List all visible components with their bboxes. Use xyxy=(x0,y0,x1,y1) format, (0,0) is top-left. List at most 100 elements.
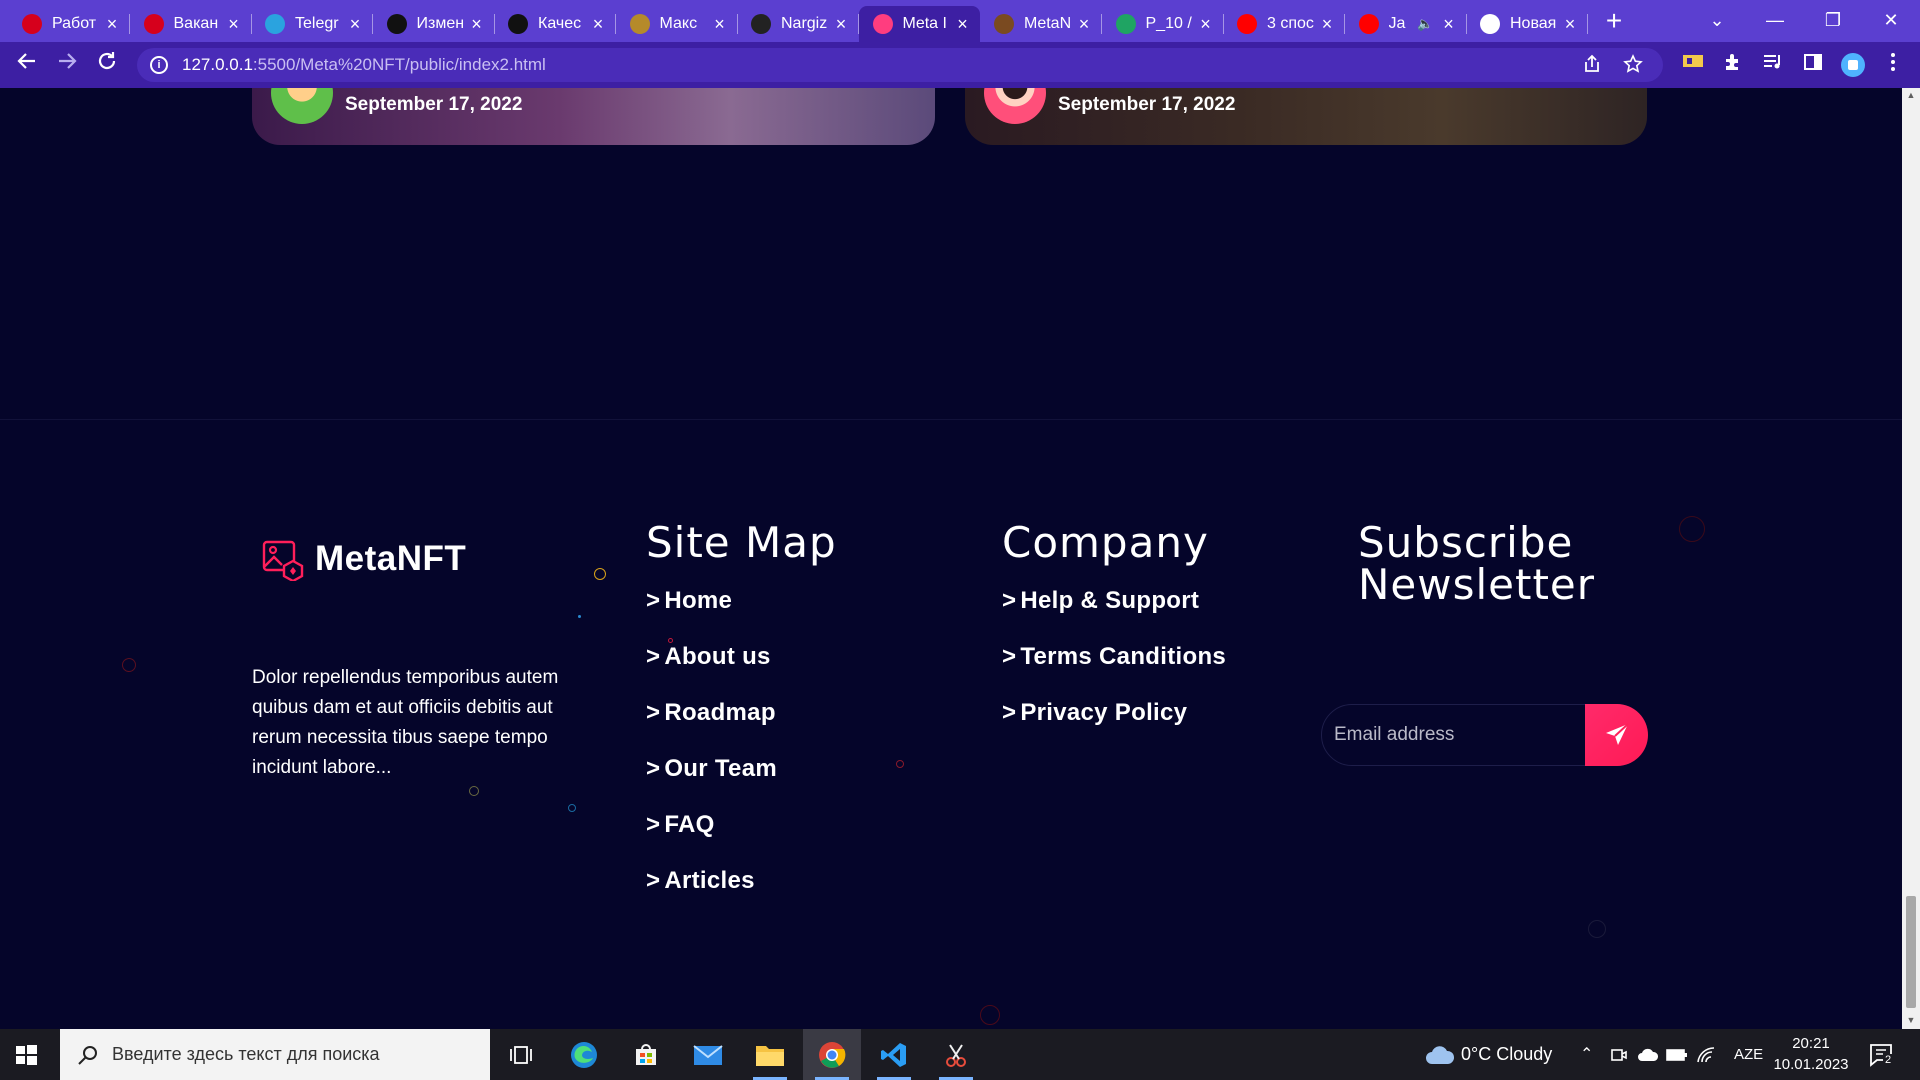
decorative-dot xyxy=(568,804,576,812)
taskbar-app-vscode[interactable] xyxy=(865,1029,923,1080)
footer-link[interactable]: > Terms Canditions xyxy=(1002,642,1226,698)
page-scrollbar[interactable]: ▲ ▼ xyxy=(1902,88,1920,1029)
system-clock[interactable]: 20:21 10.01.2023 xyxy=(1770,1033,1852,1075)
task-view-button[interactable] xyxy=(492,1029,550,1080)
tab-close-icon[interactable]: × xyxy=(1561,15,1579,33)
tab-title: P_10 / xyxy=(1145,15,1192,32)
browser-tab[interactable]: Вакан × xyxy=(130,6,252,42)
tab-close-icon[interactable]: × xyxy=(954,15,972,33)
chevron-right-icon: > xyxy=(646,867,661,894)
decorative-dot xyxy=(469,786,479,796)
tab-close-icon[interactable]: × xyxy=(589,15,607,33)
battery-icon[interactable] xyxy=(1666,1029,1688,1080)
taskbar-app-explorer[interactable] xyxy=(741,1029,799,1080)
footer-link[interactable]: > About us xyxy=(646,642,777,698)
tab-audio-icon[interactable]: 🔈 xyxy=(1417,16,1433,32)
sitemap-heading: Site Map xyxy=(646,518,837,567)
side-panel-icon[interactable] xyxy=(1800,52,1826,78)
taskbar-app-store[interactable] xyxy=(617,1029,675,1080)
browser-tab[interactable]: Meta I × xyxy=(858,6,980,42)
tab-close-icon[interactable]: × xyxy=(346,15,364,33)
search-placeholder: Введите здесь текст для поиска xyxy=(112,1044,380,1064)
tab-close-icon[interactable]: × xyxy=(225,15,243,33)
footer-link[interactable]: > Articles xyxy=(646,866,777,922)
onedrive-cloud-icon[interactable] xyxy=(1637,1029,1659,1080)
footer-link[interactable]: > Privacy Policy xyxy=(1002,698,1226,754)
browser-tab[interactable]: P_10 / × xyxy=(1102,6,1224,42)
forward-button[interactable] xyxy=(52,50,82,80)
footer-logo[interactable]: MetaNFT xyxy=(261,537,466,581)
kinopoisk-icon xyxy=(508,14,528,34)
back-button[interactable] xyxy=(12,50,42,80)
blog-card[interactable]: September 17, 2022 xyxy=(965,88,1647,145)
address-bar[interactable]: i 127.0.0.1:5500/Meta%20NFT/public/index… xyxy=(137,48,1663,82)
tab-close-icon[interactable]: × xyxy=(711,15,729,33)
subscribe-button[interactable] xyxy=(1585,704,1648,766)
browser-tab[interactable]: Качес × xyxy=(494,6,616,42)
browser-tab[interactable]: Измен × xyxy=(373,6,495,42)
store-icon xyxy=(636,1043,656,1065)
site-info-icon[interactable]: i xyxy=(150,56,168,74)
browser-tab[interactable]: Telegr × xyxy=(251,6,373,42)
taskbar-app-chrome[interactable] xyxy=(803,1029,861,1080)
leaf-icon xyxy=(629,14,650,34)
tab-title: Измен xyxy=(416,15,465,32)
tab-close-icon[interactable]: × xyxy=(1197,15,1215,33)
extensions-puzzle-icon[interactable] xyxy=(1720,52,1746,78)
new-tab-button[interactable]: + xyxy=(1598,6,1630,38)
footer-link[interactable]: > Our Team xyxy=(646,754,777,810)
browser-tab[interactable]: Nargiz × xyxy=(737,6,859,42)
scroll-down-arrow-icon[interactable]: ▼ xyxy=(1902,1015,1920,1025)
taskbar-app-edge[interactable] xyxy=(555,1029,613,1080)
extension-icon[interactable] xyxy=(1680,52,1706,78)
wifi-icon[interactable] xyxy=(1696,1029,1716,1080)
tab-title: Nargiz xyxy=(781,15,828,32)
newsletter-heading-line2: Newsletter xyxy=(1358,560,1596,609)
blog-card[interactable]: September 17, 2022 xyxy=(252,88,935,145)
tab-close-icon[interactable]: × xyxy=(832,15,850,33)
browser-tab[interactable]: Ja 🔈 × xyxy=(1345,6,1467,42)
close-window-button[interactable]: ✕ xyxy=(1868,2,1914,38)
scroll-up-arrow-icon[interactable]: ▲ xyxy=(1902,90,1920,100)
browser-menu-icon[interactable] xyxy=(1880,52,1906,78)
minimize-button[interactable]: — xyxy=(1752,2,1798,38)
share-icon[interactable] xyxy=(1582,54,1602,80)
start-button[interactable] xyxy=(12,1041,40,1069)
input-language[interactable]: AZE xyxy=(1734,1029,1763,1080)
taskbar-app-snipping-tool[interactable] xyxy=(927,1029,985,1080)
footer-link[interactable]: > Home xyxy=(646,586,777,642)
scrollbar-thumb[interactable] xyxy=(1906,896,1916,1008)
restore-button[interactable]: ❐ xyxy=(1810,2,1856,38)
footer-link[interactable]: > FAQ xyxy=(646,810,777,866)
profile-avatar-icon[interactable] xyxy=(1840,52,1866,78)
meet-now-icon[interactable] xyxy=(1610,1029,1628,1080)
reload-button[interactable] xyxy=(92,50,122,80)
task-view-icon xyxy=(510,1045,532,1064)
tab-close-icon[interactable]: × xyxy=(1440,15,1458,33)
tab-close-icon[interactable]: × xyxy=(468,15,486,33)
taskbar-app-mail[interactable] xyxy=(679,1029,737,1080)
footer-link[interactable]: > Help & Support xyxy=(1002,586,1226,642)
tab-title: Новая xyxy=(1510,15,1557,32)
tab-search-button[interactable]: ⌄ xyxy=(1694,2,1740,38)
github-icon xyxy=(751,14,771,34)
email-input[interactable] xyxy=(1334,720,1564,750)
browser-tab[interactable]: Новая × xyxy=(1466,6,1588,42)
tab-close-icon[interactable]: × xyxy=(1318,15,1336,33)
show-hidden-icons-icon[interactable]: ⌃ xyxy=(1580,1029,1593,1080)
chrome-icon xyxy=(1480,14,1500,34)
company-links: > Help & Support > Terms Canditions > Privacy… xyxy=(1002,586,1226,754)
footer-link[interactable]: > Roadmap xyxy=(646,698,777,754)
bookmark-star-icon[interactable] xyxy=(1623,54,1643,80)
tab-close-icon[interactable]: × xyxy=(1075,15,1093,33)
footer-link-label: Roadmap xyxy=(664,699,776,726)
browser-tab[interactable]: MetaN × xyxy=(980,6,1102,42)
tab-close-icon[interactable]: × xyxy=(103,15,121,33)
browser-tab[interactable]: 3 спос × xyxy=(1223,6,1345,42)
browser-tab[interactable]: Макс × xyxy=(616,6,738,42)
browser-tab[interactable]: Работ × xyxy=(8,6,130,42)
taskbar-search-box[interactable]: Введите здесь текст для поиска xyxy=(60,1029,490,1080)
notification-center-icon[interactable]: 2 xyxy=(1868,1041,1896,1069)
media-control-icon[interactable] xyxy=(1760,52,1786,78)
weather-widget[interactable]: 0°C Cloudy xyxy=(1424,1029,1552,1080)
